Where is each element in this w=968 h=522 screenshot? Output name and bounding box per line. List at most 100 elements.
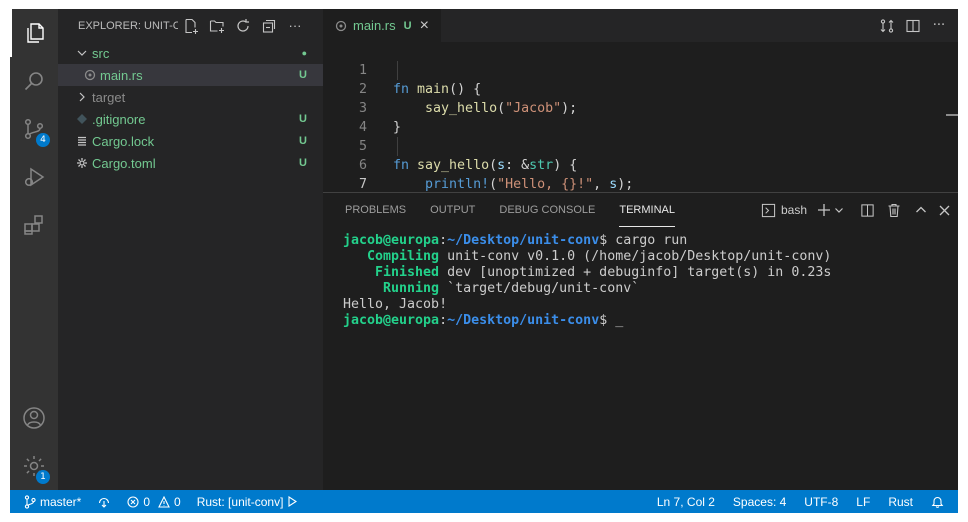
source-control-icon[interactable]: 4 bbox=[10, 105, 58, 153]
vscode-window: 4 1 EXPLORER: UNIT-C... bbox=[10, 9, 958, 513]
indent-guide bbox=[397, 137, 398, 156]
tree-item-label: Cargo.toml bbox=[92, 155, 156, 171]
new-folder-icon[interactable] bbox=[204, 18, 230, 34]
branch-status[interactable]: master* bbox=[24, 495, 81, 509]
chevron-right-icon bbox=[76, 91, 92, 103]
more-actions-icon[interactable]: ··· bbox=[282, 18, 308, 33]
manage-badge: 1 bbox=[36, 470, 50, 484]
warning-count: 0 bbox=[174, 494, 181, 509]
cursor-position[interactable]: Ln 7, Col 2 bbox=[657, 495, 715, 509]
git-branch-icon bbox=[24, 494, 36, 509]
new-file-icon[interactable] bbox=[178, 18, 204, 34]
run-debug-icon[interactable] bbox=[10, 153, 58, 201]
tree-item-label: main.rs bbox=[100, 67, 143, 83]
editor-tab-bar: main.rs U × ··· bbox=[323, 9, 958, 42]
status-bar: master* 0 0 Rust: [unit-conv] Ln 7, Col … bbox=[10, 490, 958, 513]
encoding[interactable]: UTF-8 bbox=[804, 495, 838, 509]
explorer-header: EXPLORER: UNIT-C... ··· bbox=[58, 9, 323, 42]
settings-file-icon bbox=[76, 157, 92, 169]
close-tab-icon[interactable]: × bbox=[420, 17, 429, 35]
untracked-decoration: U bbox=[299, 135, 307, 147]
tree-file-main-rs[interactable]: main.rs U bbox=[58, 64, 323, 86]
refresh-icon[interactable] bbox=[230, 18, 256, 34]
chevron-down-icon bbox=[76, 47, 92, 59]
play-icon bbox=[288, 496, 298, 507]
terminal-output[interactable]: jacob@europa:~/Desktop/unit-conv$ cargo … bbox=[343, 233, 831, 329]
editor-scrollbar[interactable] bbox=[944, 42, 958, 190]
shell-name: bash bbox=[780, 203, 807, 217]
close-panel-icon[interactable] bbox=[939, 205, 950, 216]
tree-item-label: target bbox=[92, 89, 126, 105]
error-icon bbox=[127, 495, 139, 508]
terminal-icon bbox=[761, 203, 776, 218]
rust-status[interactable]: Rust: [unit-conv] bbox=[197, 495, 298, 509]
untracked-decoration: U bbox=[299, 113, 307, 125]
tree-folder-src[interactable]: src ● bbox=[58, 42, 323, 64]
maximize-panel-icon[interactable] bbox=[915, 204, 927, 216]
tree-file-gitignore[interactable]: .gitignore U bbox=[58, 108, 323, 130]
tab-untracked-decoration: U bbox=[403, 19, 412, 32]
tree-file-cargo-toml[interactable]: Cargo.toml U bbox=[58, 152, 323, 174]
explorer-sidebar: EXPLORER: UNIT-C... ··· src ● bbox=[58, 9, 323, 490]
manage-gear-icon[interactable]: 1 bbox=[10, 442, 58, 490]
terminal-line: Running `target/debug/unit-conv` bbox=[343, 281, 640, 296]
modified-dot-decoration: ● bbox=[301, 48, 307, 58]
tree-item-label: src bbox=[92, 45, 110, 61]
add-terminal-icon[interactable] bbox=[817, 203, 831, 217]
terminal-line: Finished dev [unoptimized + debuginfo] t… bbox=[343, 265, 832, 280]
tab-problems[interactable]: PROBLEMS bbox=[345, 193, 406, 227]
error-count: 0 bbox=[143, 494, 151, 509]
untracked-decoration: U bbox=[299, 157, 307, 169]
tab-label: main.rs bbox=[353, 18, 396, 33]
extensions-icon[interactable] bbox=[10, 201, 58, 249]
chevron-down-icon[interactable] bbox=[834, 205, 844, 215]
rust-status-label: Rust: [unit-conv] bbox=[196, 494, 284, 509]
git-file-icon bbox=[76, 113, 92, 125]
terminal-line: jacob@europa:~/Desktop/unit-conv$ cargo … bbox=[343, 233, 688, 248]
panel-tabs: PROBLEMS OUTPUT DEBUG CONSOLE TERMINAL bbox=[345, 193, 699, 227]
panel-actions: bash bbox=[751, 193, 950, 227]
tree-file-cargo-lock[interactable]: Cargo.lock U bbox=[58, 130, 323, 152]
terminal-selector[interactable]: bash bbox=[761, 203, 807, 218]
source-control-badge: 4 bbox=[36, 133, 50, 147]
tree-folder-target[interactable]: target bbox=[58, 86, 323, 108]
lines-file-icon bbox=[76, 135, 92, 147]
problems-status[interactable]: 0 0 bbox=[127, 494, 181, 509]
split-editor-icon[interactable] bbox=[900, 18, 926, 34]
terminal-line: Compiling unit-conv v0.1.0 (/home/jacob/… bbox=[343, 249, 832, 264]
terminal-line: Hello, Jacob! bbox=[343, 297, 448, 312]
indent-guide bbox=[397, 61, 398, 80]
open-changes-icon[interactable] bbox=[874, 18, 900, 34]
split-terminal-icon[interactable] bbox=[860, 203, 875, 218]
bell-icon[interactable] bbox=[931, 495, 944, 508]
untracked-decoration: U bbox=[299, 69, 307, 81]
trash-icon[interactable] bbox=[887, 203, 901, 218]
code-editor[interactable]: 1 fn main() { 2 say_hello("Jacob"); 3 } … bbox=[323, 42, 958, 211]
bottom-panel: PROBLEMS OUTPUT DEBUG CONSOLE TERMINAL b… bbox=[323, 192, 958, 491]
collapse-all-icon[interactable] bbox=[256, 18, 282, 34]
search-icon[interactable] bbox=[10, 57, 58, 105]
rust-file-icon bbox=[84, 69, 100, 81]
tree-item-label: .gitignore bbox=[92, 111, 146, 127]
tab-debug-console[interactable]: DEBUG CONSOLE bbox=[499, 193, 595, 227]
language-mode[interactable]: Rust bbox=[888, 495, 913, 509]
rust-file-icon bbox=[335, 20, 347, 32]
warning-icon bbox=[158, 495, 170, 508]
editor-area: main.rs U × ··· 1 fn main() { 2 say_hell… bbox=[323, 9, 958, 491]
explorer-title: EXPLORER: UNIT-C... bbox=[78, 19, 178, 32]
branch-name: master* bbox=[40, 494, 82, 509]
tab-output[interactable]: OUTPUT bbox=[430, 193, 475, 227]
tab-main-rs[interactable]: main.rs U × bbox=[323, 9, 441, 42]
explorer-icon[interactable] bbox=[10, 9, 58, 57]
editor-actions: ··· bbox=[874, 9, 952, 42]
indentation[interactable]: Spaces: 4 bbox=[733, 495, 786, 509]
tab-terminal[interactable]: TERMINAL bbox=[619, 193, 675, 227]
cursor-marker bbox=[946, 114, 958, 116]
end-of-line[interactable]: LF bbox=[856, 495, 870, 509]
tree-item-label: Cargo.lock bbox=[92, 133, 155, 149]
sync-icon[interactable] bbox=[97, 496, 111, 508]
accounts-icon[interactable] bbox=[10, 394, 58, 442]
more-actions-icon[interactable]: ··· bbox=[926, 18, 952, 33]
activity-bar: 4 1 bbox=[10, 9, 58, 490]
terminal-line: jacob@europa:~/Desktop/unit-conv$ _ bbox=[343, 313, 624, 328]
